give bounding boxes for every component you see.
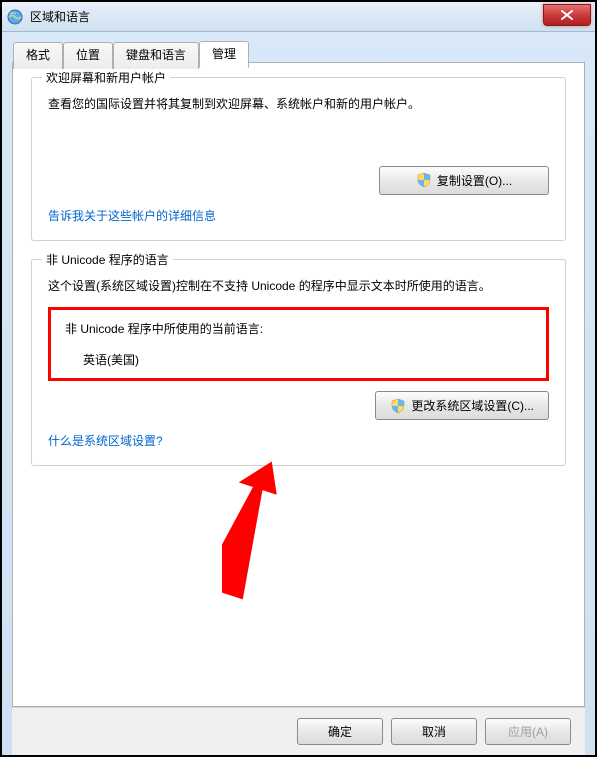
change-system-locale-button[interactable]: 更改系统区域设置(C)...	[375, 391, 549, 420]
globe-icon	[6, 8, 24, 26]
non-unicode-section: 非 Unicode 程序的语言 这个设置(系统区域设置)控制在不支持 Unico…	[31, 259, 566, 467]
tab-label: 管理	[212, 47, 236, 61]
region-language-dialog: 区域和语言 格式 位置 键盘和语言 管理 欢迎屏幕和新用户帐户 查看您的国际设置…	[2, 2, 595, 755]
content-area: 格式 位置 键盘和语言 管理 欢迎屏幕和新用户帐户 查看您的国际设置并将其复制到…	[2, 32, 595, 755]
cancel-button[interactable]: 取消	[391, 718, 477, 745]
highlight-annotation: 非 Unicode 程序中所使用的当前语言: 英语(美国)	[48, 307, 549, 381]
copy-settings-button[interactable]: 复制设置(O)...	[379, 166, 549, 195]
current-language-value: 英语(美国)	[65, 351, 532, 368]
section-description: 查看您的国际设置并将其复制到欢迎屏幕、系统帐户和新的用户帐户。	[48, 94, 549, 116]
shield-icon	[390, 398, 406, 414]
apply-button[interactable]: 应用(A)	[485, 718, 571, 745]
system-locale-link[interactable]: 什么是系统区域设置?	[48, 434, 163, 448]
tab-admin[interactable]: 管理	[199, 41, 249, 68]
tab-panel: 格式 位置 键盘和语言 管理 欢迎屏幕和新用户帐户 查看您的国际设置并将其复制到…	[12, 62, 585, 707]
current-language-label: 非 Unicode 程序中所使用的当前语言:	[65, 320, 532, 337]
accounts-info-link[interactable]: 告诉我关于这些帐户的详细信息	[48, 209, 216, 223]
tab-location[interactable]: 位置	[63, 42, 113, 69]
button-row: 复制设置(O)...	[48, 166, 549, 195]
button-row: 更改系统区域设置(C)...	[48, 391, 549, 420]
section-legend: 欢迎屏幕和新用户帐户	[42, 69, 170, 86]
tab-format[interactable]: 格式	[13, 42, 63, 69]
tab-label: 格式	[26, 48, 50, 62]
titlebar: 区域和语言	[2, 2, 595, 32]
section-legend: 非 Unicode 程序的语言	[42, 251, 173, 268]
shield-icon	[416, 172, 432, 188]
section-description: 这个设置(系统区域设置)控制在不支持 Unicode 的程序中显示文本时所使用的…	[48, 276, 549, 298]
button-label: 复制设置(O)...	[437, 172, 512, 189]
welcome-screen-section: 欢迎屏幕和新用户帐户 查看您的国际设置并将其复制到欢迎屏幕、系统帐户和新的用户帐…	[31, 77, 566, 241]
ok-button[interactable]: 确定	[297, 718, 383, 745]
close-button[interactable]	[543, 4, 591, 26]
tab-strip: 格式 位置 键盘和语言 管理	[13, 41, 249, 68]
dialog-button-bar: 确定 取消 应用(A)	[12, 707, 585, 755]
tab-label: 位置	[76, 48, 100, 62]
tab-label: 键盘和语言	[126, 48, 186, 62]
tab-keyboard[interactable]: 键盘和语言	[113, 42, 199, 69]
button-label: 更改系统区域设置(C)...	[411, 397, 534, 414]
window-title: 区域和语言	[30, 8, 543, 25]
